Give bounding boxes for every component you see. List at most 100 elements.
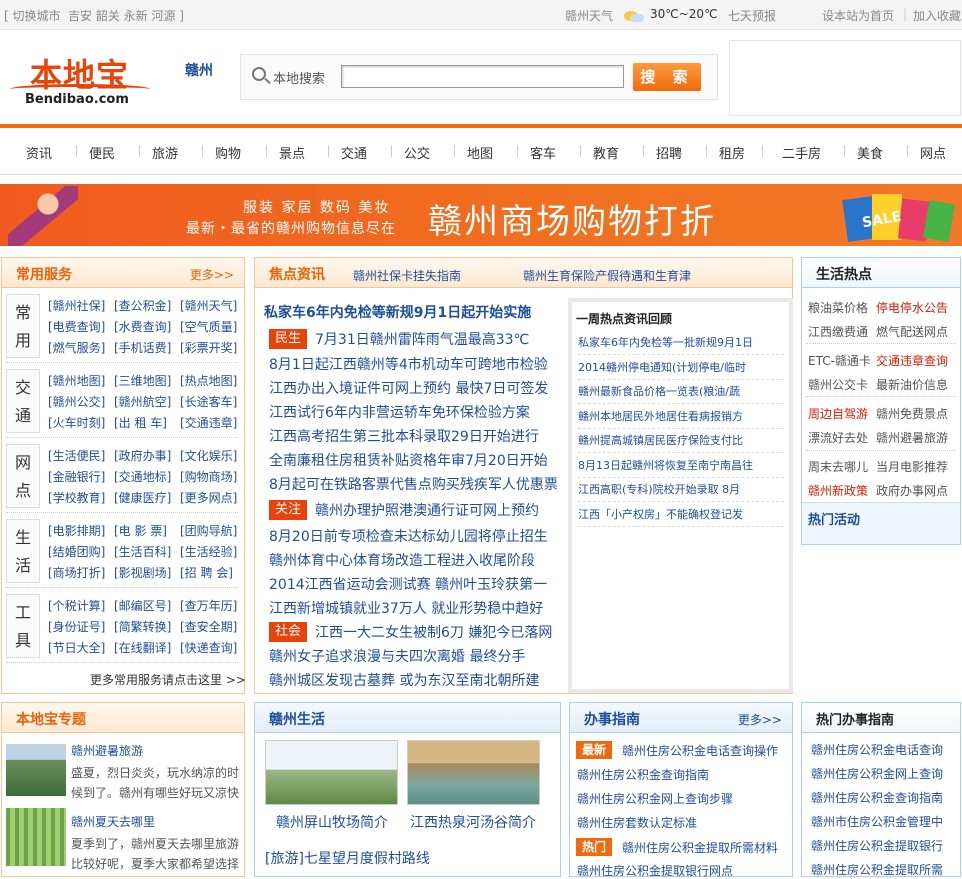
news-link[interactable]: 赣州办理护照港澳通行证可网上预约: [315, 500, 539, 520]
hot-news-link[interactable]: 江西「小产权房」不能确权登记发: [578, 506, 743, 522]
nav-item[interactable]: 交通: [341, 143, 367, 162]
service-link[interactable]: [赣州航空]: [114, 393, 171, 410]
nav-item[interactable]: 网点: [920, 143, 946, 162]
nav-item[interactable]: 招聘: [656, 143, 682, 162]
nav-item[interactable]: 景点: [279, 143, 305, 162]
service-link[interactable]: [更多网点]: [180, 489, 237, 506]
weather-label[interactable]: 赣州天气: [565, 7, 613, 24]
service-link[interactable]: [查公积金]: [114, 297, 171, 314]
life-hot-link[interactable]: 周末去哪儿: [808, 458, 868, 475]
service-link[interactable]: [生活便民]: [48, 447, 105, 464]
service-link[interactable]: [交通地标]: [114, 468, 171, 485]
news-link[interactable]: 全南廉租住房租赁补贴资格年审7月20日开始: [269, 450, 548, 470]
services-footer-link[interactable]: 更多常用服务请点击这里 >>: [90, 671, 246, 688]
hot-news-link[interactable]: 赣州提高城镇居民医疗保险支付比: [578, 432, 743, 448]
service-link[interactable]: [查万年历]: [180, 597, 237, 614]
life-hot-link[interactable]: 江西缴费通: [808, 323, 868, 340]
service-link[interactable]: [商场打折]: [48, 564, 105, 581]
hot-news-link[interactable]: 8月13日起赣州将恢复至南宁南昌往: [578, 457, 753, 473]
forecast-link[interactable]: 七天预报: [728, 7, 776, 24]
topic-image-2[interactable]: [6, 808, 66, 866]
service-link[interactable]: [身份证号]: [48, 618, 105, 635]
service-link[interactable]: [热点地图]: [180, 372, 237, 389]
service-link[interactable]: [查安全期]: [180, 618, 237, 635]
service-link[interactable]: [生活经验]: [180, 543, 237, 560]
hot-guide-link[interactable]: 赣州住房公积金电话查询: [811, 741, 943, 758]
service-link[interactable]: [电 影 票]: [114, 522, 167, 539]
service-link[interactable]: [空气质量]: [180, 318, 237, 335]
activity-title[interactable]: 热门活动: [808, 509, 860, 528]
hot-guide-link[interactable]: 赣州住房公积金提取银行: [811, 837, 943, 854]
life-hot-link[interactable]: 交通违章查询: [876, 352, 948, 369]
guide-link[interactable]: 赣州住房公积金提取所需材料: [622, 839, 778, 856]
life-hot-link[interactable]: 最新油价信息: [876, 376, 948, 393]
hot-guide-link[interactable]: 赣州住房公积金提取所需: [811, 861, 943, 878]
service-link[interactable]: [出 租 车]: [114, 414, 167, 431]
life-hot-link[interactable]: 漂流好去处: [808, 429, 868, 446]
hot-guide-link[interactable]: 赣州住房公积金查询指南: [811, 789, 943, 806]
life-hot-link[interactable]: 赣州免费景点: [876, 405, 948, 422]
service-link[interactable]: [学校教育]: [48, 489, 105, 506]
service-link[interactable]: [团购导航]: [180, 522, 237, 539]
focus-link-1[interactable]: 赣州社保卡挂失指南: [353, 267, 461, 284]
pic-caption-1[interactable]: 赣州屏山牧场简介: [276, 812, 388, 832]
guide-link[interactable]: 赣州住房公积金查询指南: [577, 766, 709, 783]
service-link[interactable]: [文化娱乐]: [180, 447, 237, 464]
hot-guide-link[interactable]: 赣州市住房公积金管理中: [811, 813, 943, 830]
news-link[interactable]: 江西高考招生第三批本科录取29日开始进行: [269, 426, 539, 446]
hot-news-link[interactable]: 私家车6年内免检等一批新规9月1日: [578, 334, 753, 350]
nearby-cities[interactable]: 吉安 韶关 永新 河源 ]: [68, 7, 184, 24]
service-link[interactable]: [个税计算]: [48, 597, 105, 614]
service-link[interactable]: [结婚团购]: [48, 543, 105, 560]
pic-caption-2[interactable]: 江西热泉河汤谷简介: [410, 812, 536, 832]
service-link[interactable]: [政府办事]: [114, 447, 171, 464]
service-link[interactable]: [手机话费]: [114, 339, 171, 356]
headline[interactable]: 私家车6年内免检等新规9月1日起开始实施: [264, 302, 531, 322]
guide-link[interactable]: 赣州住房公积金提取银行网点: [577, 862, 733, 879]
news-link[interactable]: 8月20日前专项检查未达标幼儿园将停止招生: [269, 526, 548, 546]
nav-item[interactable]: 地图: [467, 143, 493, 162]
focus-link-2[interactable]: 赣州生育保险产假待遇和生育津: [523, 267, 691, 284]
news-link[interactable]: 赣州女子追求浪漫与夫四次离婚 最终分手: [269, 646, 525, 666]
hot-guide-link[interactable]: 赣州住房公积金网上查询: [811, 765, 943, 782]
life-hot-link[interactable]: ETC-赣通卡: [808, 352, 871, 369]
service-link[interactable]: [赣州天气]: [180, 297, 237, 314]
nav-item[interactable]: 便民: [89, 143, 115, 162]
life-hot-link[interactable]: 赣州公交卡: [808, 376, 868, 393]
service-link[interactable]: [赣州公交]: [48, 393, 105, 410]
nav-item[interactable]: 旅游: [152, 143, 178, 162]
search-button[interactable]: 搜 索: [633, 63, 701, 91]
topic-image-1[interactable]: [6, 744, 66, 796]
news-link[interactable]: 江西一大二女生被制6刀 嫌犯今已落网: [315, 622, 552, 642]
service-link[interactable]: [节日大全]: [48, 639, 105, 656]
service-link[interactable]: [火车时刻]: [48, 414, 105, 431]
nav-item[interactable]: 客车: [530, 143, 556, 162]
hot-spring-image[interactable]: [407, 740, 540, 805]
news-link[interactable]: 2014江西省运动会测试赛 赣州叶玉玲获第一: [269, 574, 547, 594]
service-link[interactable]: [快递查询]: [180, 639, 237, 656]
guide-more-link[interactable]: 更多>>: [738, 711, 782, 728]
hot-news-link[interactable]: 江西高职(专科)院校开始录取 8月: [578, 481, 740, 497]
service-link[interactable]: [金融银行]: [48, 468, 105, 485]
news-link[interactable]: 8月起可在铁路客票代售点购买残疾军人优惠票: [269, 474, 558, 494]
service-link[interactable]: [生活百科]: [114, 543, 171, 560]
service-link[interactable]: [购物商场]: [180, 468, 237, 485]
set-home-link[interactable]: 设本站为首页: [822, 7, 894, 24]
news-link[interactable]: 江西新增城镇就业37万人 就业形势稳中趋好: [269, 598, 543, 618]
guide-link[interactable]: 赣州住房公积金电话查询操作: [622, 742, 778, 759]
service-link[interactable]: [燃气服务]: [48, 339, 105, 356]
life-hot-link[interactable]: 赣州避暑旅游: [876, 429, 948, 446]
news-link[interactable]: 江西办出入境证件可网上预约 最快7日可签发: [269, 378, 548, 398]
life-hot-link[interactable]: 粮油菜价格: [808, 299, 868, 316]
service-link[interactable]: [影视剧场]: [114, 564, 171, 581]
guide-link[interactable]: 赣州住房公积金网上查询步骤: [577, 790, 733, 807]
news-link[interactable]: 赣州城区发现古墓葬 或为东汉至南北朝所建: [269, 670, 539, 690]
nav-item[interactable]: 资讯: [26, 143, 52, 162]
life-hot-link[interactable]: 政府办事网点: [876, 482, 948, 499]
search-input[interactable]: [341, 65, 624, 88]
nav-item[interactable]: 美食: [857, 143, 883, 162]
favorite-link[interactable]: 加入收藏: [913, 7, 961, 24]
logo[interactable]: 本地宝: [30, 50, 129, 96]
life-hot-link[interactable]: 周边自驾游: [808, 405, 868, 422]
service-link[interactable]: [交通违章]: [180, 414, 237, 431]
